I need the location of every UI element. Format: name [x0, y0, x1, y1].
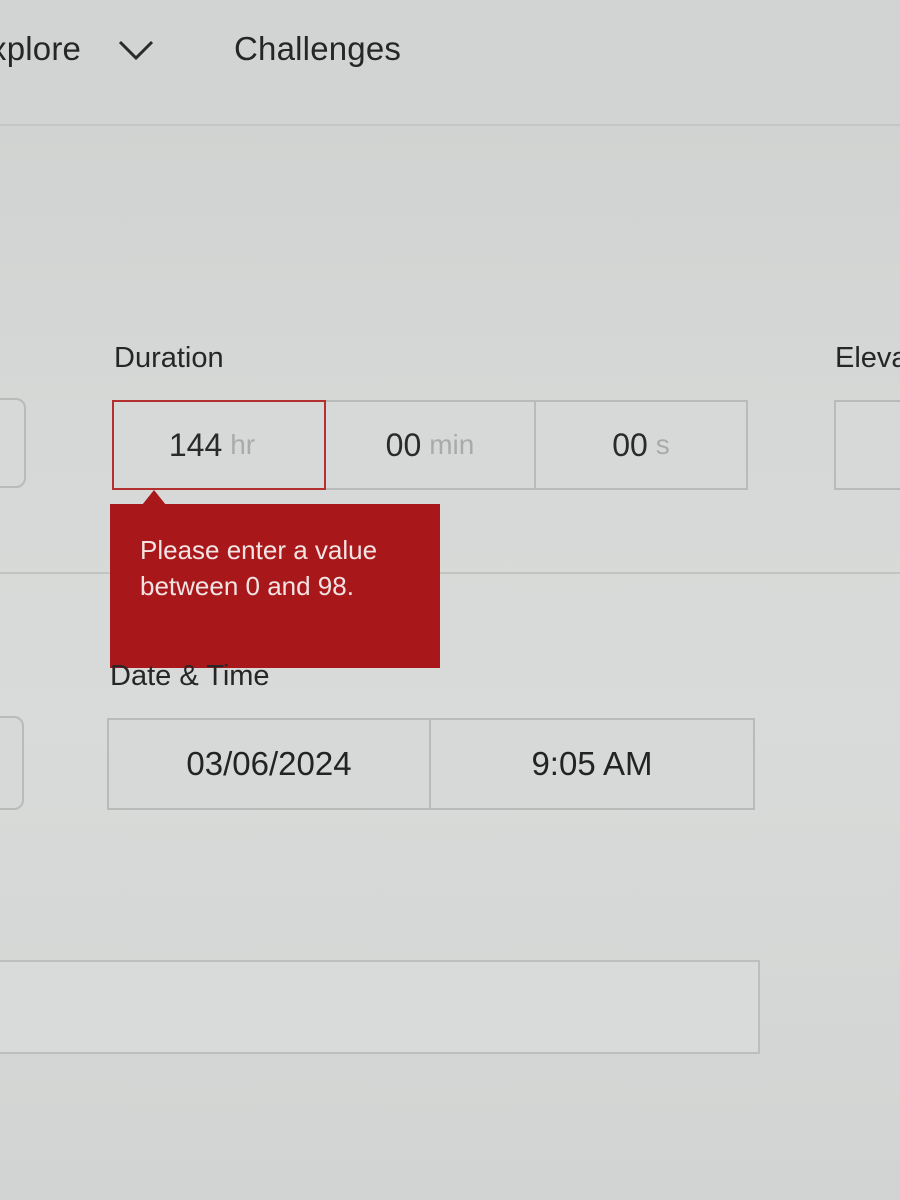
- nav-explore[interactable]: xplore: [0, 30, 81, 68]
- minutes-unit: min: [429, 429, 475, 460]
- seconds-unit: s: [655, 429, 670, 460]
- activity-form-screen: xplore Challenges Duration Eleva 144 hr …: [0, 0, 900, 1200]
- duration-minutes-input[interactable]: 00 min: [326, 400, 536, 490]
- minutes-value: 00: [385, 426, 422, 463]
- elevation-label: Eleva: [835, 342, 900, 374]
- duration-seconds-input[interactable]: 00 s: [536, 400, 748, 490]
- partial-left-field[interactable]: [0, 398, 26, 488]
- seconds-value: 00: [612, 426, 648, 463]
- validation-error-tooltip: Please enter a value between 0 and 98.: [110, 504, 440, 668]
- duration-label: Duration: [114, 342, 224, 374]
- chevron-down-icon[interactable]: [116, 36, 156, 64]
- date-time-label: Date & Time: [110, 660, 270, 692]
- top-navigation: xplore Challenges: [0, 0, 900, 126]
- date-time-fields: 03/06/2024 9:05 AM: [107, 718, 755, 810]
- date-input[interactable]: 03/06/2024: [107, 718, 431, 810]
- time-input[interactable]: 9:05 AM: [431, 718, 755, 810]
- hours-value: 144: [168, 426, 223, 463]
- description-input[interactable]: [0, 960, 760, 1054]
- duration-fields: 144 hr 00 min 00 s: [112, 400, 748, 490]
- tooltip-arrow: [142, 490, 166, 505]
- duration-hours-input[interactable]: 144 hr: [112, 400, 326, 490]
- partial-left-field-2[interactable]: [0, 716, 24, 810]
- nav-challenges[interactable]: Challenges: [234, 30, 401, 68]
- elevation-input[interactable]: [834, 400, 900, 490]
- hours-unit: hr: [230, 429, 256, 460]
- error-message: Please enter a value between 0 and 98.: [140, 535, 378, 601]
